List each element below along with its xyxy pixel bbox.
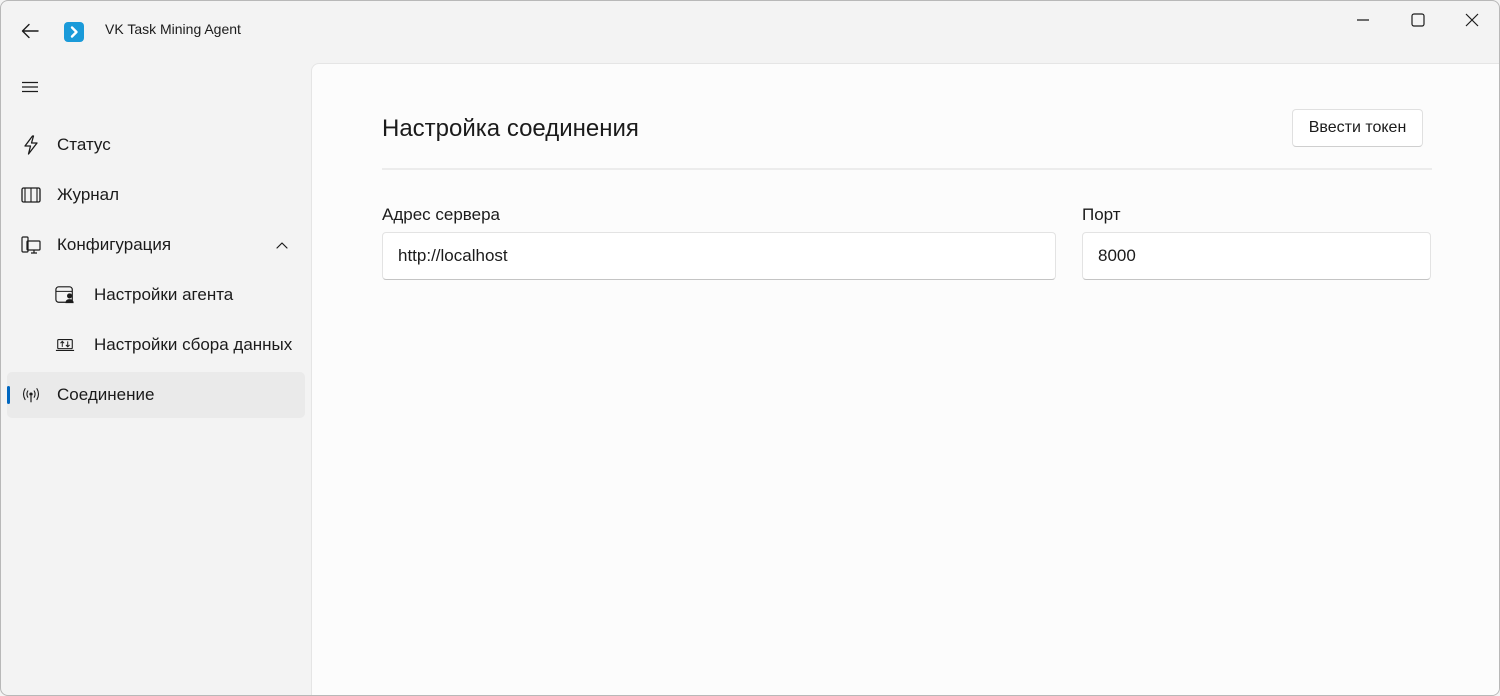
app-window: VK Task Mining Agent Статус Журнал Конфи… [0, 0, 1500, 696]
sidebar-item-data-collection-settings[interactable]: Настройки сбора данных [7, 322, 305, 368]
arrow-left-icon [21, 23, 39, 39]
port-label: Порт [1082, 205, 1121, 224]
app-logo-icon [64, 22, 84, 42]
sidebar-item-label: Конфигурация [57, 235, 172, 254]
close-button[interactable] [1447, 1, 1497, 39]
menu-toggle-button[interactable] [11, 69, 49, 105]
maximize-button[interactable] [1393, 1, 1443, 39]
data-collection-icon [55, 335, 75, 355]
minimize-icon [1357, 19, 1369, 21]
back-button[interactable] [11, 13, 49, 49]
sidebar-item-journal[interactable]: Журнал [7, 172, 305, 218]
header-divider [382, 168, 1432, 170]
sidebar-item-label: Статус [57, 135, 111, 154]
selection-indicator [7, 386, 10, 404]
sidebar-item-configuration[interactable]: Конфигурация [7, 222, 305, 268]
sidebar-item-status[interactable]: Статус [7, 122, 305, 168]
agent-settings-icon [55, 285, 75, 305]
antenna-icon [21, 385, 41, 405]
chevron-up-icon[interactable] [273, 236, 291, 254]
sidebar-item-label: Соединение [57, 385, 155, 404]
server-address-label: Адрес сервера [382, 205, 501, 224]
content-panel: Настройка соединения Ввести токен Адрес … [311, 63, 1499, 695]
book-icon [21, 185, 41, 205]
sidebar-item-label: Настройки агента [94, 285, 234, 304]
port-input[interactable] [1082, 232, 1431, 280]
title-bar: VK Task Mining Agent [1, 1, 1499, 61]
enter-token-button[interactable]: Ввести токен [1292, 109, 1423, 147]
server-address-input[interactable] [382, 232, 1056, 280]
sidebar-item-label: Настройки сбора данных [94, 335, 293, 354]
close-icon [1465, 13, 1479, 27]
maximize-icon [1411, 13, 1425, 27]
devices-icon [21, 235, 41, 255]
minimize-button[interactable] [1338, 1, 1388, 39]
sidebar-item-agent-settings[interactable]: Настройки агента [7, 272, 305, 318]
hamburger-icon [22, 81, 38, 93]
sidebar-item-connection[interactable]: Соединение [7, 372, 305, 418]
page-title: Настройка соединения [382, 115, 639, 142]
lightning-icon [21, 135, 41, 155]
sidebar-item-label: Журнал [57, 185, 120, 204]
app-title: VK Task Mining Agent [105, 21, 241, 37]
